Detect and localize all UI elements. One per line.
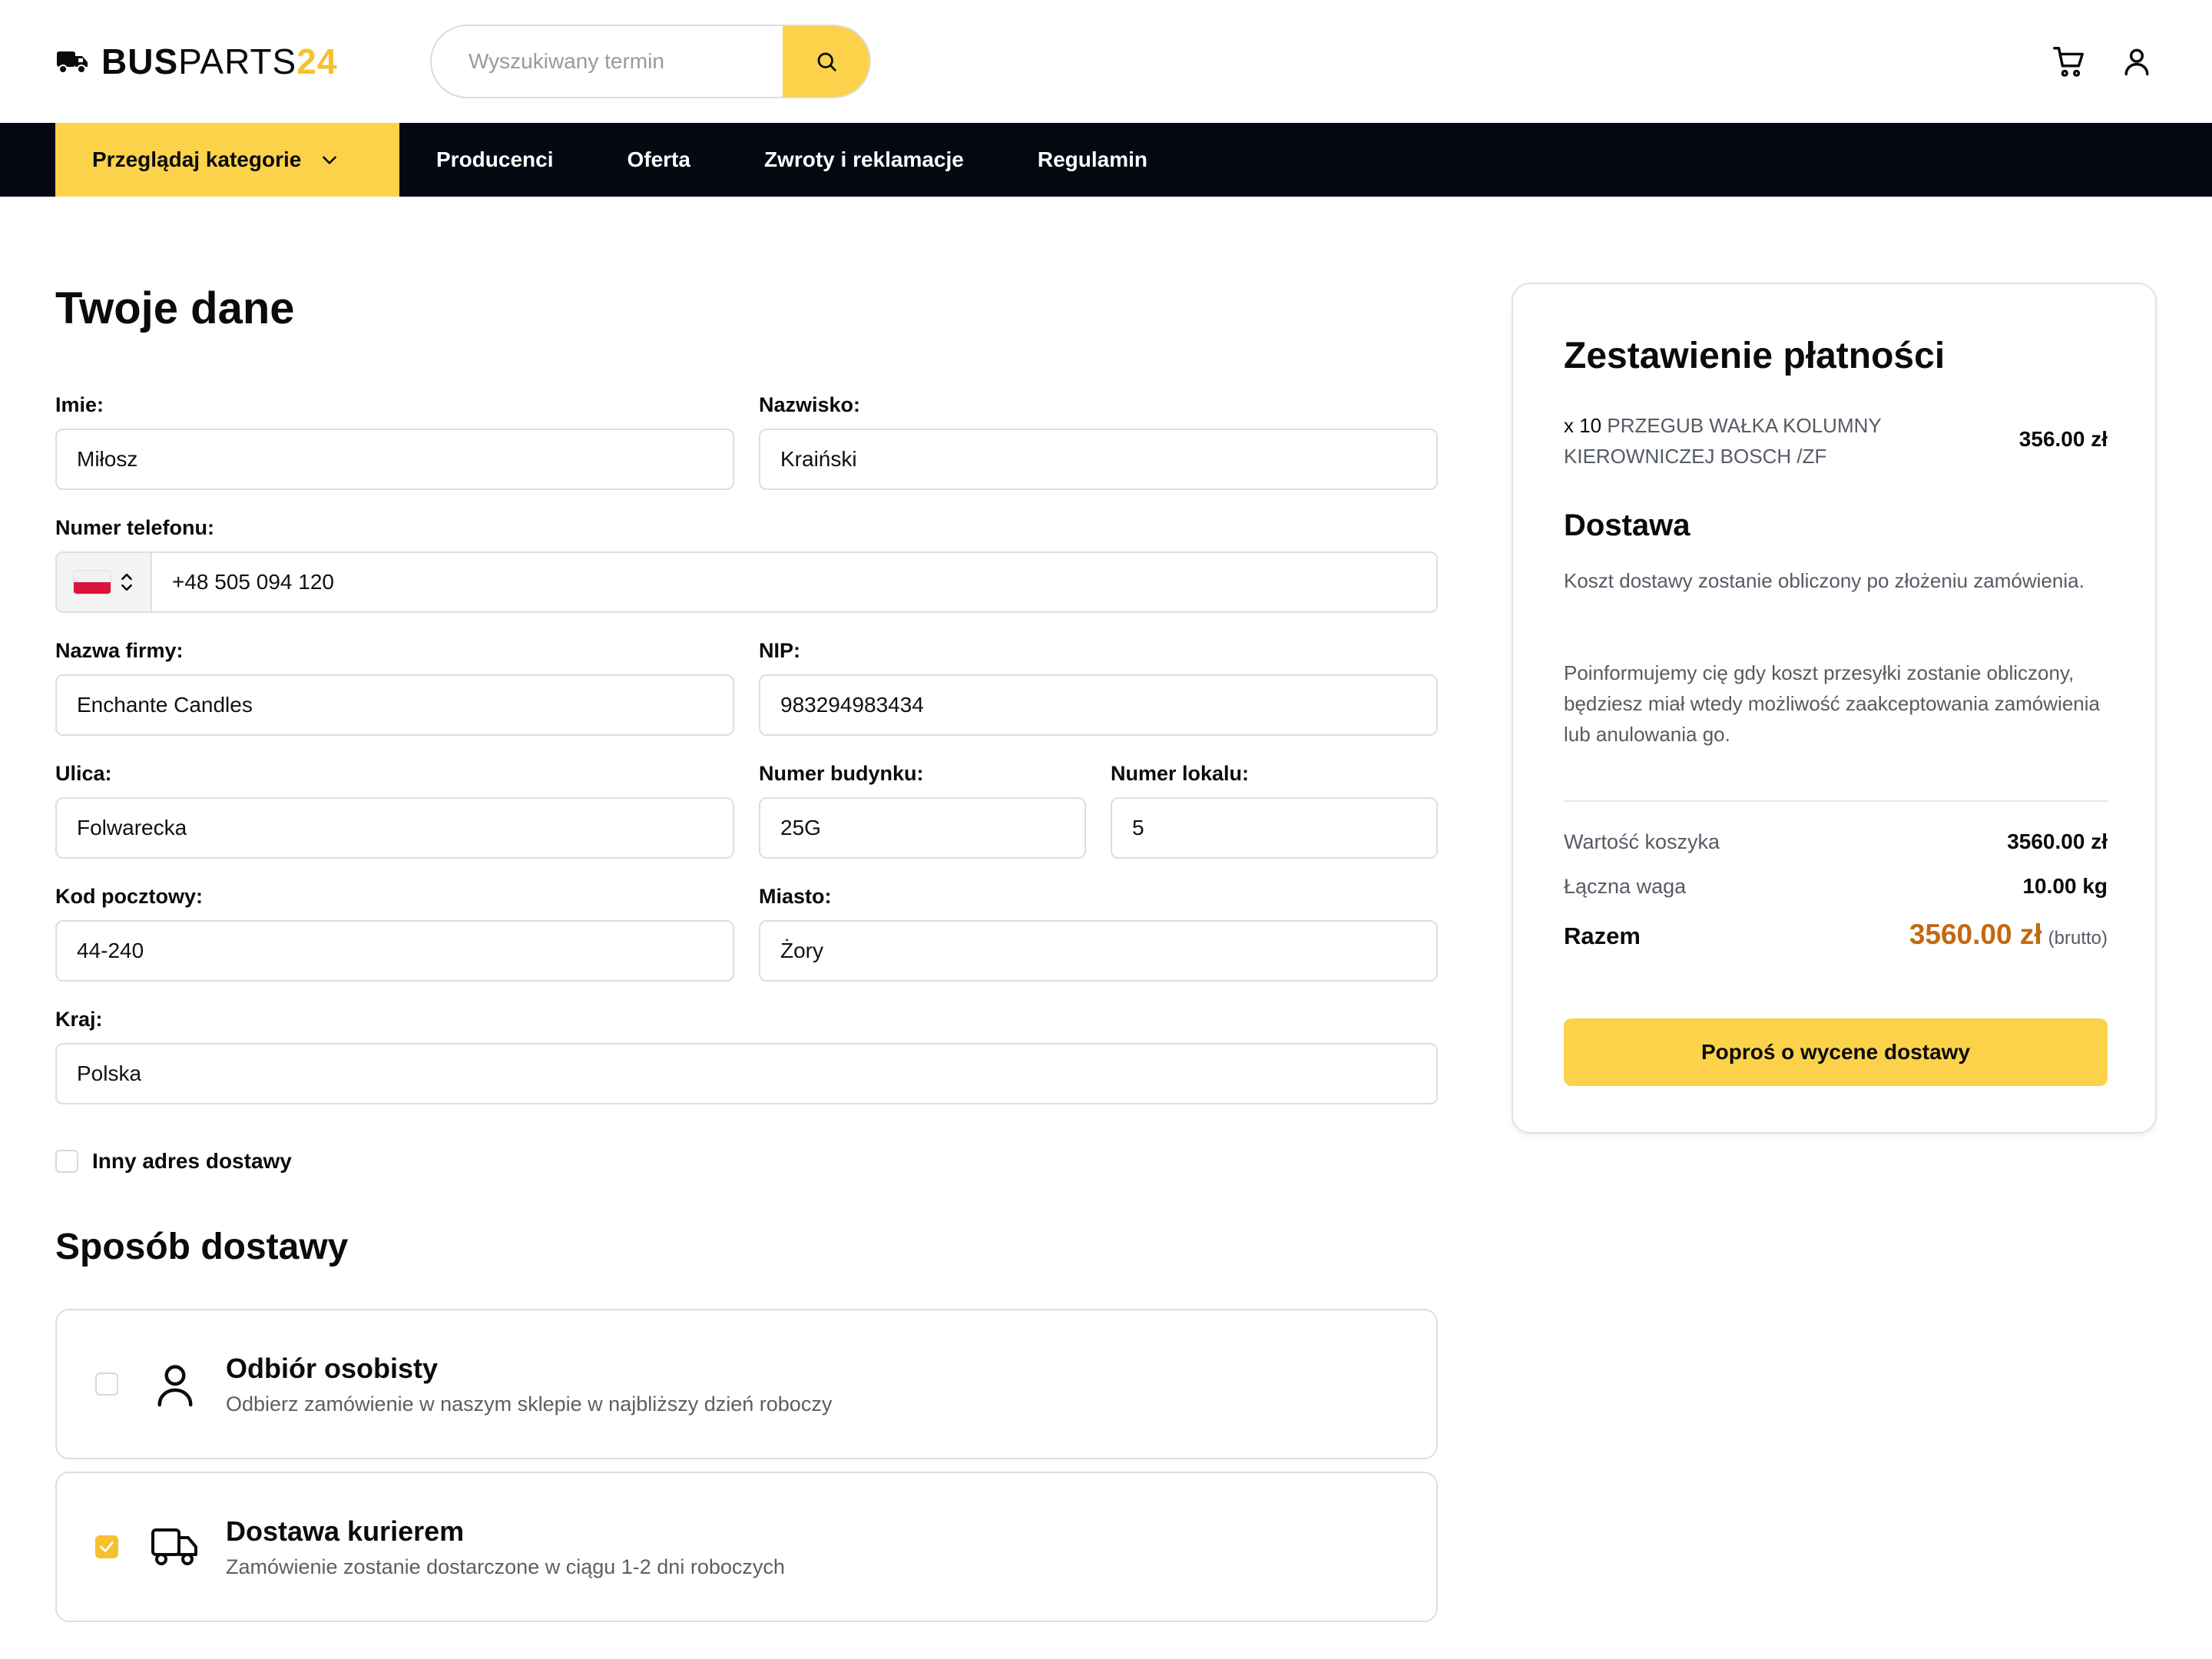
country-field: Kraj: Polska	[55, 1008, 1438, 1104]
alt-address-label: Inny adres dostawy	[92, 1149, 292, 1173]
item-price: 356.00 zł	[2018, 427, 2108, 451]
country-code-select[interactable]	[57, 553, 152, 611]
alt-address-option[interactable]: Inny adres dostawy	[55, 1149, 292, 1174]
browse-categories-label: Przeglądaj kategorie	[92, 147, 302, 171]
weight-label: Łączna waga	[1564, 875, 1687, 898]
page-title: Twoje dane	[55, 283, 295, 333]
street-field: Ulica: Folwarecka	[55, 762, 734, 859]
delivery-title: Dostawa	[1564, 508, 1690, 542]
chevron-down-icon	[320, 150, 339, 170]
cart-value-row: Wartość koszyka 3560.00 zł	[1564, 830, 2108, 854]
select-arrows-icon	[120, 571, 134, 593]
last-name-field: Nazwisko: Kraiński	[759, 393, 1438, 490]
phone-field: Numer telefonu: +48 505 094 120	[55, 516, 1438, 613]
first-name-field: Imie: Miłosz	[55, 393, 734, 490]
top-header: BUSPARTS24	[0, 0, 2212, 123]
weight-row: Łączna waga 10.00 kg	[1564, 874, 2108, 899]
delivery-info-2: Poinformujemy cię gdy koszt przesyłki zo…	[1564, 661, 2100, 746]
cart-icon[interactable]	[2049, 41, 2089, 81]
last-name-label: Nazwisko:	[759, 393, 861, 416]
nav-item-offer[interactable]: Oferta	[590, 123, 727, 197]
total-label: Razem	[1564, 922, 1641, 949]
poland-flag-icon	[74, 571, 111, 594]
payment-summary: Zestawienie płatności x 10 PRZEGUB WAŁKA…	[1512, 283, 2157, 1134]
country-input[interactable]: Polska	[55, 1043, 1438, 1104]
street-input[interactable]: Folwarecka	[55, 797, 734, 859]
pickup-title: Odbiór osobisty	[226, 1352, 439, 1384]
cart-value: 3560.00 zł	[2007, 830, 2108, 853]
user-icon	[151, 1359, 200, 1409]
first-name-input[interactable]: Miłosz	[55, 429, 734, 490]
truck-logo-icon	[55, 48, 89, 75]
item-quantity: x 10	[1564, 414, 1602, 437]
header-actions	[2049, 41, 2157, 81]
browse-categories-button[interactable]: Przeglądaj kategorie	[55, 123, 399, 197]
item-name: PRZEGUB WAŁKA KOLUMNY KIEROWNICZEJ BOSCH…	[1564, 414, 1882, 468]
postal-code-input[interactable]: 44-240	[55, 920, 734, 982]
unit-input[interactable]: 5	[1111, 797, 1438, 859]
cart-value-label: Wartość koszyka	[1564, 830, 1720, 853]
courier-title: Dostawa kurierem	[226, 1515, 465, 1547]
shipping-section-title: Sposób dostawy	[55, 1227, 349, 1267]
pickup-description: Odbierz zamówienie w naszym sklepie w na…	[226, 1392, 833, 1416]
courier-checkbox[interactable]	[95, 1535, 118, 1558]
phone-input[interactable]: +48 505 094 120	[152, 570, 334, 594]
summary-divider	[1564, 800, 2108, 802]
company-input[interactable]: Enchante Candles	[55, 674, 734, 736]
delivery-info-1: Koszt dostawy zostanie obliczony po złoż…	[1564, 569, 2085, 592]
pickup-checkbox[interactable]	[95, 1373, 118, 1396]
total-row: Razem 3560.00 zł (brutto)	[1564, 919, 2108, 951]
nav-item-producers[interactable]: Producenci	[399, 123, 590, 197]
alt-address-checkbox[interactable]	[55, 1150, 78, 1173]
nav-item-terms[interactable]: Regulamin	[1001, 123, 1184, 197]
building-field: Numer budynku: 25G	[759, 762, 1086, 859]
shipping-option-courier[interactable]: Dostawa kurierem Zamówienie zostanie dos…	[55, 1472, 1438, 1622]
summary-title: Zestawienie płatności	[1564, 336, 1945, 376]
city-field: Miasto: Żory	[759, 885, 1438, 982]
city-input[interactable]: Żory	[759, 920, 1438, 982]
building-label: Numer budynku:	[759, 762, 924, 785]
request-delivery-quote-button[interactable]: Poproś o wycene dostawy	[1564, 1018, 2108, 1086]
street-label: Ulica:	[55, 762, 112, 785]
country-label: Kraj:	[55, 1008, 103, 1031]
nip-field: NIP: 983294983434	[759, 639, 1438, 736]
phone-label: Numer telefonu:	[55, 516, 215, 539]
nip-input[interactable]: 983294983434	[759, 674, 1438, 736]
postal-code-label: Kod pocztowy:	[55, 885, 203, 908]
phone-input-group: +48 505 094 120	[55, 551, 1438, 613]
company-field: Nazwa firmy: Enchante Candles	[55, 639, 734, 736]
search-input[interactable]	[432, 26, 783, 97]
building-input[interactable]: 25G	[759, 797, 1086, 859]
unit-field: Numer lokalu: 5	[1111, 762, 1438, 859]
nav-item-returns[interactable]: Zwroty i reklamacje	[727, 123, 1001, 197]
total-value: 3560.00 zł	[1909, 919, 2042, 950]
courier-description: Zamówienie zostanie dostarczone w ciągu …	[226, 1555, 785, 1578]
first-name-label: Imie:	[55, 393, 104, 416]
account-icon[interactable]	[2117, 41, 2157, 81]
last-name-input[interactable]: Kraiński	[759, 429, 1438, 490]
postal-code-field: Kod pocztowy: 44-240	[55, 885, 734, 982]
summary-line-item: x 10 PRZEGUB WAŁKA KOLUMNY KIEROWNICZEJ …	[1564, 410, 2108, 472]
weight-value: 10.00 kg	[2022, 874, 2108, 898]
search-bar	[430, 25, 871, 98]
nip-label: NIP:	[759, 639, 800, 662]
unit-label: Numer lokalu:	[1111, 762, 1250, 785]
search-button[interactable]	[783, 26, 869, 97]
search-icon	[815, 50, 838, 73]
logo[interactable]: BUSPARTS24	[55, 40, 337, 83]
shipping-option-pickup[interactable]: Odbiór osobisty Odbierz zamówienie w nas…	[55, 1309, 1438, 1459]
city-label: Miasto:	[759, 885, 832, 908]
total-note: (brutto)	[2048, 928, 2108, 949]
truck-icon	[151, 1522, 200, 1571]
check-icon	[98, 1538, 115, 1555]
main-nav: Przeglądaj kategorie Producenci Oferta Z…	[0, 123, 2212, 197]
logo-text: BUSPARTS24	[101, 41, 338, 81]
company-label: Nazwa firmy:	[55, 639, 184, 662]
